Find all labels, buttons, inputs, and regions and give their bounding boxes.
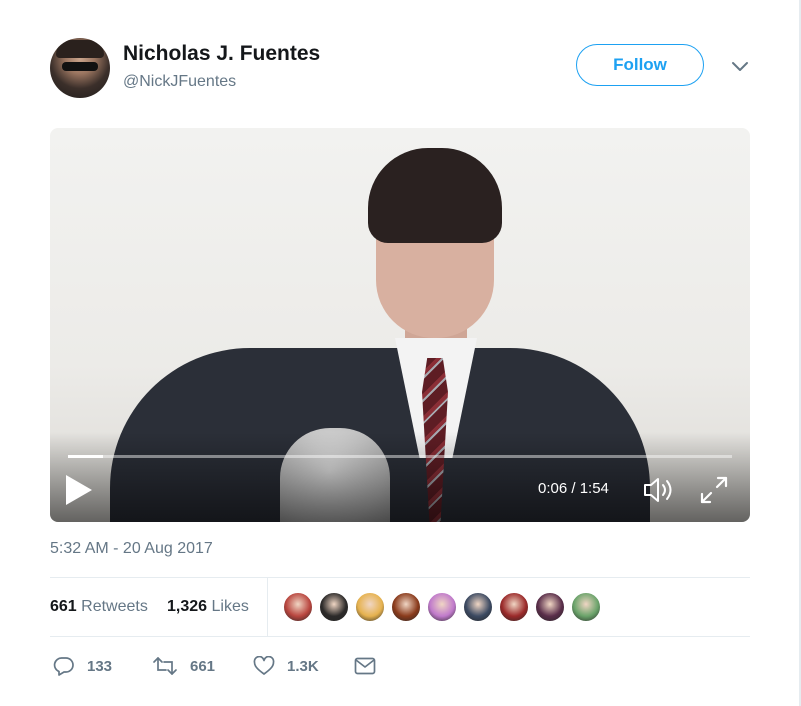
retweets-label: Retweets [81,598,148,615]
follow-button[interactable]: Follow [576,44,704,86]
retweet-icon [153,657,177,675]
retweets-count: 661 [50,598,77,615]
avatar-glasses [62,62,98,71]
message-icon [354,657,376,675]
liker-avatar[interactable] [283,592,313,622]
reply-count: 133 [87,657,113,675]
avatar-hair [56,40,104,58]
video-player[interactable]: 0:06 / 1:54 [50,128,750,522]
retweet-count: 661 [190,657,216,675]
tweet-actions: 133 661 1.3K [50,650,750,682]
like-count: 1.3K [287,657,319,675]
liker-avatar[interactable] [499,592,529,622]
reply-button[interactable]: 133 [53,650,112,682]
liker-avatar[interactable] [355,592,385,622]
liker-avatar[interactable] [391,592,421,622]
fullscreen-icon[interactable] [698,474,730,506]
video-frame-hair [368,148,502,243]
chevron-down-icon[interactable] [730,60,750,74]
reply-icon [53,657,74,676]
video-progress-bar[interactable] [68,455,732,458]
video-time: 0:06 / 1:54 [538,480,609,497]
retweets-stat[interactable]: 661 Retweets [50,598,148,616]
message-button[interactable] [354,650,376,682]
likes-stat[interactable]: 1,326 Likes [167,598,249,616]
like-button[interactable]: 1.3K [253,650,319,682]
liker-avatar[interactable] [319,592,349,622]
tweet-timestamp[interactable]: 5:32 AM - 20 Aug 2017 [50,540,213,558]
liker-avatar[interactable] [463,592,493,622]
avatar[interactable] [50,38,110,98]
liker-avatar[interactable] [571,592,601,622]
author-name[interactable]: Nicholas J. Fuentes [123,42,320,66]
author-handle[interactable]: @NickJFuentes [123,73,236,91]
tweet-stats: 661 Retweets 1,326 Likes [50,578,750,636]
retweet-button[interactable]: 661 [152,650,215,682]
volume-icon[interactable] [642,475,676,505]
liker-avatar[interactable] [535,592,565,622]
video-progress-fill [68,455,104,458]
tweet-header: Nicholas J. Fuentes @NickJFuentes Follow [50,38,760,98]
divider [50,636,750,637]
likes-label: Likes [211,598,249,615]
stats-separator [267,578,268,636]
likes-count: 1,326 [167,598,208,615]
like-icon [253,656,275,675]
play-icon[interactable] [64,473,94,507]
liker-avatar[interactable] [427,592,457,622]
